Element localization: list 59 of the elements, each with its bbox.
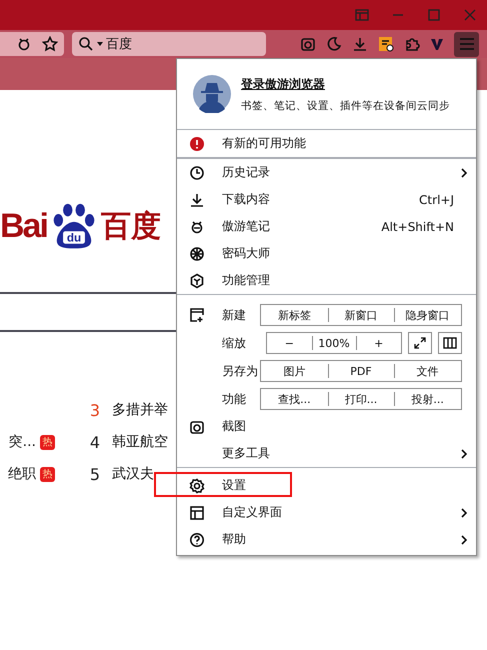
menu-item[interactable]: 设置: [177, 472, 476, 499]
bug-icon: [189, 218, 205, 234]
menu-button[interactable]: [454, 32, 479, 56]
avatar-icon: [193, 75, 231, 113]
menu-item[interactable]: 傲游笔记 Alt+Shift+N: [177, 213, 476, 240]
star-icon[interactable]: [42, 36, 58, 52]
hot-badge: 热: [40, 434, 55, 450]
menu-item[interactable]: 有新的可用功能: [177, 130, 476, 157]
menu-item[interactable]: 功能管理: [177, 267, 476, 294]
menu-item[interactable]: 帮助: [177, 526, 476, 553]
menu-item[interactable]: 下载内容 Ctrl+J: [177, 186, 476, 213]
help-icon: [189, 532, 205, 548]
row-label: 新建: [222, 306, 247, 324]
download-icon: [189, 192, 205, 208]
camera-icon: [189, 418, 205, 434]
row-label: 缩放: [222, 334, 247, 352]
alert-icon: [190, 136, 204, 150]
hot-news-link[interactable]: 绝职: [8, 465, 36, 483]
v-logo-icon[interactable]: [430, 37, 444, 51]
menu-item[interactable]: 历史记录: [177, 159, 476, 186]
moon-icon[interactable]: [326, 36, 342, 52]
menu-item[interactable]: 自定义界面: [177, 499, 476, 526]
hot-news-link[interactable]: 韩亚航空: [112, 433, 170, 451]
camera-icon[interactable]: [300, 36, 316, 52]
search-icon: [78, 36, 94, 52]
login-link[interactable]: 登录傲游浏览器: [241, 76, 450, 92]
hot-news-link[interactable]: 武汉夫: [112, 465, 170, 483]
shortcut-text: Ctrl+J: [419, 192, 454, 206]
menu-icon: [458, 37, 474, 51]
expand-icon: [414, 337, 426, 349]
hot-news-link[interactable]: 多措并举: [112, 401, 170, 419]
logo-text: 百度: [100, 208, 161, 246]
menu-item[interactable]: 更多工具: [177, 440, 476, 467]
row-label: 另存为: [222, 362, 259, 380]
new-window-icon: [189, 307, 205, 323]
shortcut-text: Alt+Shift+N: [381, 220, 454, 234]
caret-icon: [97, 42, 103, 46]
note-icon[interactable]: [378, 36, 394, 52]
menu-item[interactable]: 截图: [177, 413, 476, 440]
layout-icon: [189, 504, 205, 520]
row-label: 功能: [222, 390, 247, 408]
bug-icon[interactable]: [16, 36, 32, 52]
settings-icon: [189, 478, 205, 494]
hot-news-link[interactable]: 突...: [8, 433, 36, 451]
address-field[interactable]: 百度: [72, 32, 266, 56]
download-icon[interactable]: [352, 36, 368, 52]
rank-number: 4: [90, 432, 101, 452]
puzzle-icon[interactable]: [404, 36, 420, 52]
hot-badge: 热: [40, 466, 55, 482]
columns-icon: [443, 337, 457, 349]
menu-item[interactable]: 密码大师: [177, 240, 476, 267]
clock-icon: [189, 164, 205, 180]
account-subtitle: 书签、笔记、设置、插件等在设备间云同步: [241, 98, 450, 112]
fullscreen-button[interactable]: [408, 332, 432, 354]
rank-number: 3: [90, 400, 101, 420]
hexagon-icon: [189, 272, 205, 288]
columns-button[interactable]: [438, 332, 462, 354]
logo-text: Bai: [0, 206, 47, 246]
rank-number: 5: [90, 464, 101, 484]
